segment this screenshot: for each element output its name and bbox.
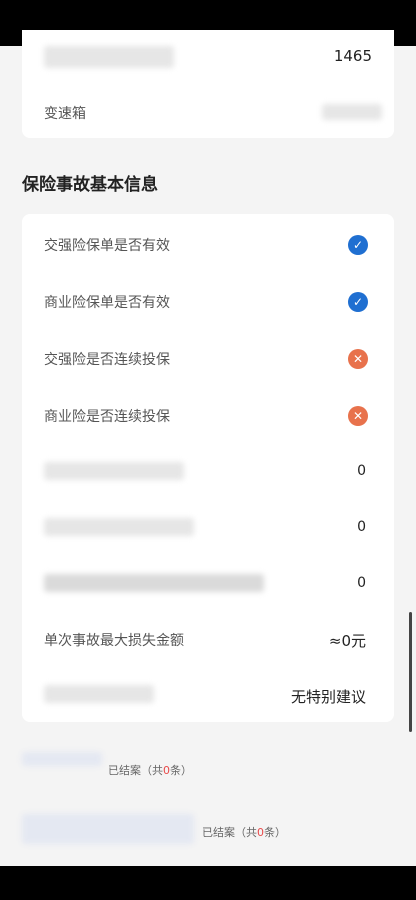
check-circle-icon: ✓ xyxy=(348,235,368,255)
section-title: 保险事故基本信息 xyxy=(22,175,158,195)
row-suggestion: 无特别建议 xyxy=(22,667,394,723)
record-count: 0 xyxy=(257,826,264,839)
blurred-label xyxy=(44,574,264,592)
blurred-label xyxy=(44,685,154,703)
row-compulsory-valid: 交强险保单是否有效 ✓ xyxy=(22,216,394,272)
row-label: 商业险保单是否有效 xyxy=(44,295,170,311)
scrollbar[interactable] xyxy=(409,612,412,732)
gearbox-label: 变速箱 xyxy=(44,106,86,122)
record-suffix: 条） xyxy=(264,826,286,839)
claim-record-2[interactable]: 已结案（共0条） xyxy=(202,824,286,840)
row-value: 0 xyxy=(357,463,366,479)
blurred-record-label xyxy=(22,814,194,844)
engine-value: 1465 xyxy=(333,47,372,65)
blurred-gearbox-value xyxy=(322,104,382,120)
record-suffix: 条） xyxy=(170,764,192,777)
row-compulsory-continuous: 交强险是否连续投保 ✕ xyxy=(22,330,394,386)
row-value: 0 xyxy=(357,519,366,535)
row-max-loss: 单次事故最大损失金额 ≈0元 xyxy=(22,611,394,667)
record-prefix: 已结案（共 xyxy=(108,764,163,777)
row-label: 交强险保单是否有效 xyxy=(44,238,170,254)
row-blurred-3: 0 xyxy=(22,556,394,612)
blurred-record-label xyxy=(22,752,102,766)
row-commercial-continuous: 商业险是否连续投保 ✕ xyxy=(22,387,394,443)
cross-circle-icon: ✕ xyxy=(348,406,368,426)
suggestion-value: 无特别建议 xyxy=(290,688,366,706)
row-commercial-valid: 商业险保单是否有效 ✓ xyxy=(22,273,394,329)
row-value: 0 xyxy=(357,575,366,591)
insurance-info-card: 交强险保单是否有效 ✓ 商业险保单是否有效 ✓ 交强险是否连续投保 ✕ 商业险是… xyxy=(22,214,394,722)
max-loss-label: 单次事故最大损失金额 xyxy=(44,633,184,649)
row-blurred-2: 0 xyxy=(22,500,394,556)
check-circle-icon: ✓ xyxy=(348,292,368,312)
record-prefix: 已结案（共 xyxy=(202,826,257,839)
blurred-label xyxy=(44,46,174,68)
vehicle-info-card: 1465 变速箱 xyxy=(22,30,394,138)
max-loss-value: ≈0元 xyxy=(328,632,366,650)
blurred-label xyxy=(44,518,194,536)
row-label: 交强险是否连续投保 xyxy=(44,352,170,368)
row-label: 商业险是否连续投保 xyxy=(44,409,170,425)
row-blurred-1: 0 xyxy=(22,444,394,500)
record-count: 0 xyxy=(163,764,170,777)
navigation-bar xyxy=(0,866,416,900)
cross-circle-icon: ✕ xyxy=(348,349,368,369)
blurred-label xyxy=(44,462,184,480)
claim-record-1[interactable]: 已结案（共0条） xyxy=(108,762,192,778)
